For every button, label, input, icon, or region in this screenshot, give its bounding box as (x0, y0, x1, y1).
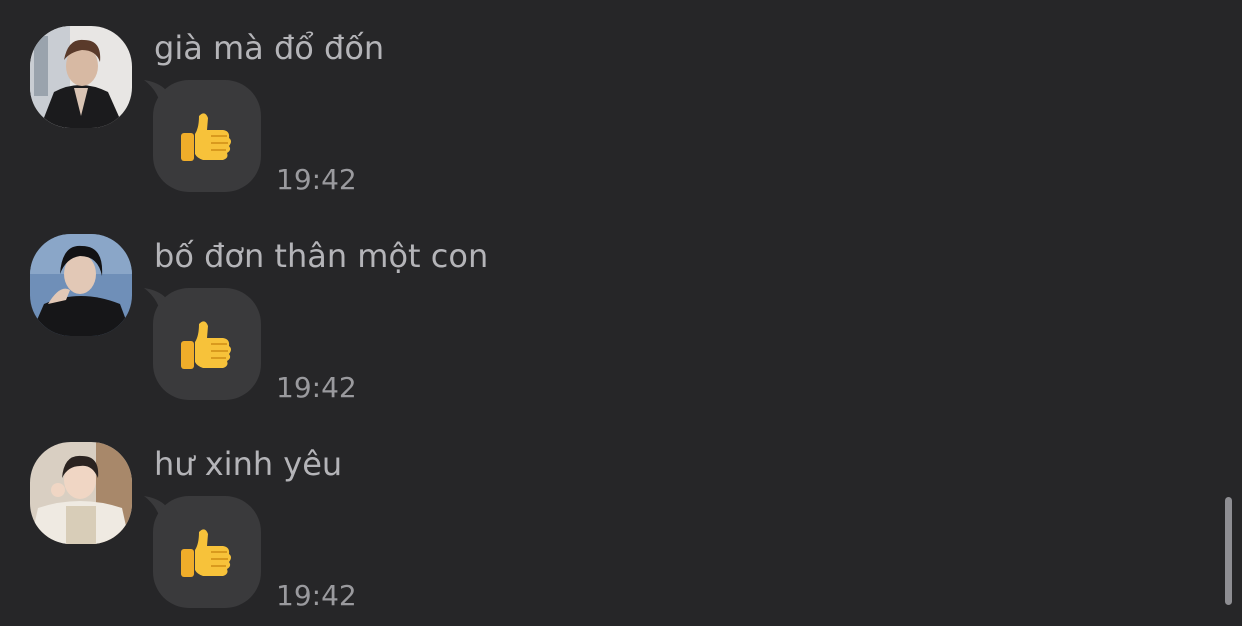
message-time: 19:42 (276, 163, 357, 196)
thumbs-up-emoji (181, 529, 231, 577)
thumbs-up-emoji (181, 113, 231, 161)
chat-message-list[interactable]: già mà đổ đốn 19:42 bố đơn thân một con … (0, 0, 1242, 626)
avatar[interactable] (30, 26, 132, 128)
sender-name: hư xinh yêu (154, 445, 343, 483)
message-bubble[interactable] (153, 80, 261, 192)
avatar[interactable] (30, 234, 132, 336)
sender-name: bố đơn thân một con (154, 237, 489, 275)
message-group: già mà đổ đốn 19:42 (0, 26, 1200, 226)
message-group: bố đơn thân một con 19:42 (0, 234, 1200, 434)
scrollbar[interactable] (1225, 497, 1232, 605)
message-bubble[interactable] (153, 496, 261, 608)
message-group: hư xinh yêu 19:42 (0, 442, 1200, 626)
thumbs-up-emoji (181, 321, 231, 369)
avatar[interactable] (30, 442, 132, 544)
message-bubble[interactable] (153, 288, 261, 400)
message-time: 19:42 (276, 371, 357, 404)
sender-name: già mà đổ đốn (154, 29, 385, 67)
message-time: 19:42 (276, 579, 357, 612)
